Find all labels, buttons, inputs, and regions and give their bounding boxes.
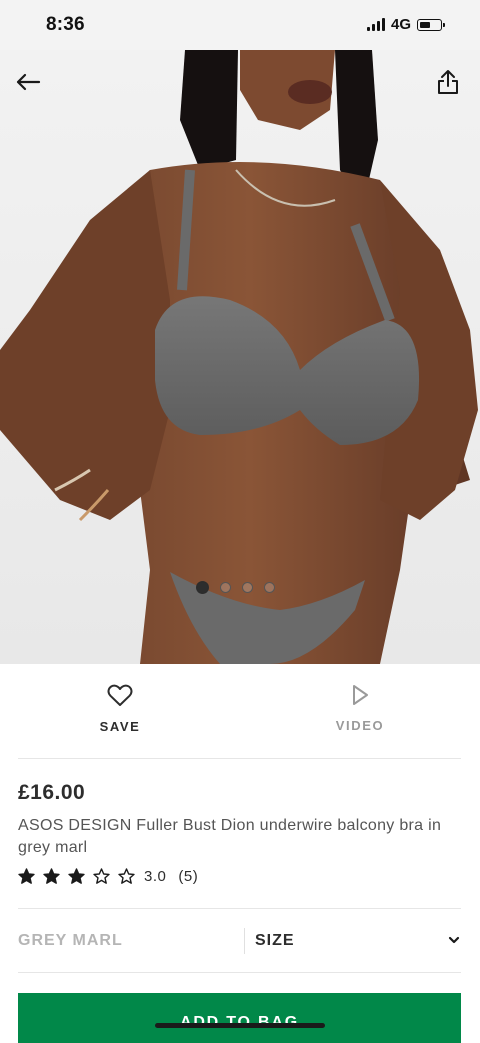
star-filled-icon — [18, 868, 35, 884]
video-button[interactable]: VIDEO — [240, 664, 480, 758]
carousel-dot[interactable] — [220, 582, 231, 593]
save-label: SAVE — [99, 719, 141, 734]
chevron-down-icon[interactable] — [448, 936, 460, 944]
size-select[interactable]: SIZE — [255, 932, 295, 950]
status-bar: 8:36 4G — [0, 0, 480, 50]
carousel-dot[interactable] — [242, 582, 253, 593]
product-image-carousel[interactable] — [0, 50, 480, 664]
battery-level — [420, 21, 431, 28]
share-button[interactable] — [430, 64, 466, 100]
signal-icon — [366, 18, 385, 31]
star-empty-icon — [93, 868, 110, 884]
variant-selectors: GREY MARL SIZE — [0, 910, 480, 972]
star-filled-icon — [43, 868, 60, 884]
add-to-bag-button[interactable]: ADD TO BAG — [18, 993, 461, 1043]
divider — [18, 972, 461, 973]
carousel-dot[interactable] — [196, 581, 209, 594]
star-empty-icon — [118, 868, 135, 884]
carousel-dots — [196, 581, 275, 594]
carousel-dot[interactable] — [264, 582, 275, 593]
product-title: ASOS DESIGN Fuller Bust Dion underwire b… — [18, 817, 442, 856]
rating-stars — [18, 868, 135, 885]
play-icon — [353, 685, 368, 705]
video-label: VIDEO — [335, 718, 385, 733]
product-rating[interactable]: 3.0 (5) — [18, 868, 198, 885]
status-time: 8:36 — [46, 14, 85, 35]
rating-value: 3.0 — [144, 868, 167, 885]
colour-label: GREY MARL — [18, 932, 123, 949]
product-price: £16.00 — [18, 781, 86, 804]
status-icons: 4G — [366, 16, 445, 33]
save-button[interactable]: SAVE — [0, 664, 240, 758]
product-photo — [0, 50, 478, 664]
selector-separator — [244, 928, 245, 954]
arrow-left-icon — [16, 73, 41, 91]
back-button[interactable] — [10, 64, 46, 100]
network-type: 4G — [390, 16, 411, 33]
share-icon — [438, 70, 458, 94]
home-indicator[interactable] — [155, 1023, 325, 1028]
star-filled-icon — [68, 868, 85, 884]
action-row: SAVE VIDEO — [0, 664, 480, 758]
battery-icon — [417, 18, 445, 31]
rating-count: (5) — [178, 868, 199, 885]
divider — [18, 908, 461, 909]
divider — [18, 758, 461, 759]
heart-icon — [107, 684, 133, 706]
